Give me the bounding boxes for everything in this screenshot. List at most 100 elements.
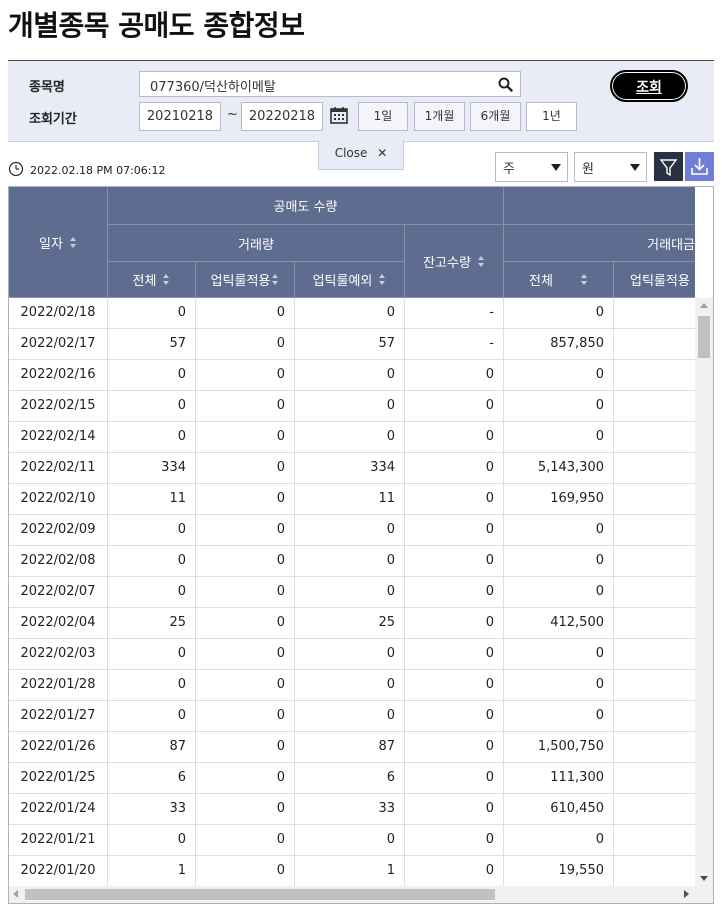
sort-icon[interactable] [477,255,485,267]
cell-date: 2022/02/07 [9,577,108,607]
cell-balance: 0 [405,825,504,855]
col-total-header[interactable]: 전체 [108,262,196,298]
col-uptick-applied-header[interactable]: 업틱룰적용 [196,262,295,298]
period-1year-button[interactable]: 1년 [526,102,577,131]
cell-uptick-applied: 0 [196,577,295,607]
cell-uptick-exempt: 1 [295,856,405,886]
scroll-right-icon[interactable] [684,890,689,898]
cell-uptick-applied: 0 [196,484,295,514]
table-row[interactable]: 2022/02/15 0 0 0 0 0 [9,391,695,422]
cell-uptick-applied: 0 [196,732,295,762]
table-row[interactable]: 2022/01/21 0 0 0 0 0 [9,825,695,856]
sort-icon[interactable] [580,274,588,285]
cell-total: 25 [108,608,196,638]
cell-uptick-exempt: 0 [295,391,405,421]
cell-total: 0 [108,701,196,731]
query-button[interactable]: 조회 [610,70,688,102]
cell-amount-uptick [614,670,695,700]
table-row[interactable]: 2022/02/10 11 0 11 0 169,950 [9,484,695,515]
close-label: Close [334,146,368,160]
col-amount-total-label: 전체 [529,274,553,289]
col-amount-total-header[interactable]: 전체 [504,262,614,298]
cell-uptick-exempt: 6 [295,763,405,793]
cell-amount-uptick [614,794,695,824]
cell-total: 334 [108,453,196,483]
table-row[interactable]: 2022/01/26 87 0 87 0 1,500,750 [9,732,695,763]
table-row[interactable]: 2022/02/14 0 0 0 0 0 [9,422,695,453]
sort-icon[interactable] [163,274,170,285]
table-row[interactable]: 2022/01/27 0 0 0 0 0 [9,701,695,732]
group-trade-amount-header-top [504,187,695,225]
period-1month-button[interactable]: 1개월 [414,102,465,131]
table-row[interactable]: 2022/02/17 57 0 57-857,850 [9,329,695,360]
cell-uptick-applied: 0 [196,453,295,483]
cell-uptick-exempt: 33 [295,794,405,824]
download-button[interactable] [685,152,714,181]
table-row[interactable]: 2022/02/09 0 0 0 0 0 [9,515,695,546]
sort-icon[interactable] [272,274,279,285]
horizontal-scroll-thumb[interactable] [25,889,495,900]
table-row[interactable]: 2022/02/18 0 0 0-0 [9,298,695,329]
col-uptick-exempt-header[interactable]: 업틱룰예외 [295,262,405,298]
cell-amount-total: 1,500,750 [504,732,614,762]
cell-balance: 0 [405,453,504,483]
cell-uptick-applied: 0 [196,608,295,638]
start-date-input[interactable]: 20210218 [139,102,221,131]
chevron-down-icon [630,164,640,171]
currency-select[interactable]: 원 [574,152,647,182]
cell-date: 2022/02/17 [9,329,108,359]
table-row[interactable]: 2022/01/28 0 0 0 0 0 [9,670,695,701]
cell-uptick-applied: 0 [196,546,295,576]
cell-balance: 0 [405,577,504,607]
table-row[interactable]: 2022/01/24 33 0 33 0 610,450 [9,794,695,825]
sort-icon[interactable] [69,236,77,248]
unit-select[interactable]: 주 [495,152,568,182]
col-balance-header[interactable]: 잔고수량 [405,225,504,298]
cell-total: 0 [108,639,196,669]
table-row[interactable]: 2022/02/08 0 0 0 0 0 [9,546,695,577]
close-panel-button[interactable]: Close ✕ [318,140,404,170]
short-selling-grid: 일자 공매도 수량 거래량 잔고수량 거래대금 전체 업틱룰적용 업틱룰예외 전… [8,186,714,904]
table-row[interactable]: 2022/01/20 1 0 1 0 19,550 [9,856,695,886]
sort-icon[interactable] [379,274,386,285]
stock-search-input[interactable]: 077360/덕산하이메탈 [139,71,521,97]
scroll-down-icon[interactable] [700,876,708,881]
cell-total: 6 [108,763,196,793]
chevron-down-icon [551,164,561,171]
search-icon[interactable] [498,77,513,96]
cell-uptick-applied: 0 [196,794,295,824]
table-row[interactable]: 2022/02/07 0 0 0 0 0 [9,577,695,608]
calendar-icon[interactable] [329,105,349,129]
period-6month-button[interactable]: 6개월 [470,102,521,131]
scroll-left-icon[interactable] [13,890,18,898]
table-row[interactable]: 2022/02/04 25 0 25 0 412,500 [9,608,695,639]
filter-button[interactable] [654,152,683,181]
cell-uptick-applied: 0 [196,856,295,886]
cell-balance: 0 [405,670,504,700]
cell-uptick-applied: 0 [196,422,295,452]
cell-amount-uptick [614,391,695,421]
cell-date: 2022/01/20 [9,856,108,886]
col-date-header[interactable]: 일자 [9,187,108,298]
scroll-up-icon[interactable] [700,303,708,308]
vertical-scroll-thumb[interactable] [698,316,710,358]
cell-amount-uptick [614,732,695,762]
cell-date: 2022/01/26 [9,732,108,762]
table-row[interactable]: 2022/01/25 6 0 6 0 111,300 [9,763,695,794]
vertical-scrollbar[interactable] [695,298,713,886]
cell-amount-total: 0 [504,546,614,576]
cell-date: 2022/02/16 [9,360,108,390]
col-amount-uptick-header[interactable]: 업틱룰적용 [614,262,695,298]
cell-amount-total: 5,143,300 [504,453,614,483]
period-1day-button[interactable]: 1일 [358,102,408,131]
horizontal-scrollbar[interactable] [9,886,713,903]
table-row[interactable]: 2022/02/16 0 0 0 0 0 [9,360,695,391]
cell-date: 2022/01/25 [9,763,108,793]
table-row[interactable]: 2022/02/11 334 0 334 0 5,143,300 [9,453,695,484]
table-row[interactable]: 2022/02/03 0 0 0 0 0 [9,639,695,670]
cell-balance: 0 [405,484,504,514]
cell-uptick-exempt: 0 [295,639,405,669]
cell-total: 33 [108,794,196,824]
end-date-input[interactable]: 20220218 [241,102,323,131]
stock-search-value: 077360/덕산하이메탈 [150,80,276,95]
